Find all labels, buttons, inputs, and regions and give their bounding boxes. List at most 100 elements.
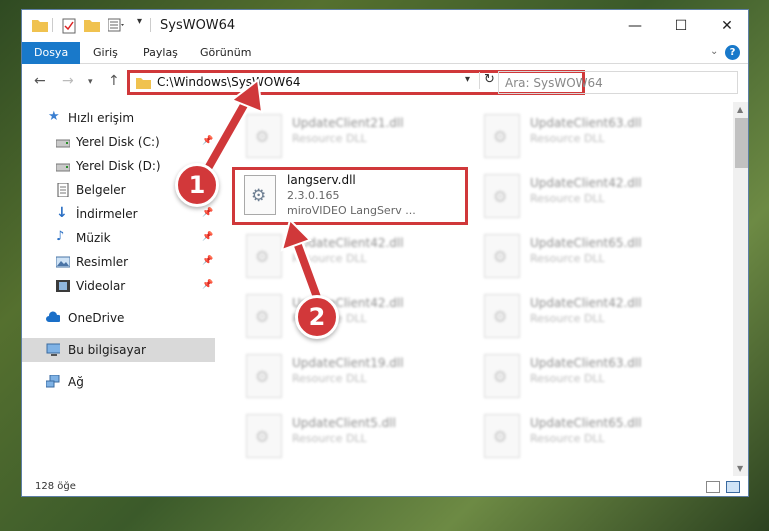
refresh-icon[interactable]: ↻: [479, 72, 499, 89]
tab-view[interactable]: Görünüm: [200, 42, 251, 64]
expand-ribbon-icon[interactable]: ⌄: [710, 46, 718, 57]
pin-icon[interactable]: 📌: [202, 256, 213, 266]
list-item[interactable]: UpdateClient42.dllResource DLL: [484, 290, 714, 346]
pictures-icon: [56, 256, 70, 268]
drive-icon: [56, 163, 70, 172]
sidebar-item-label: Resimler: [76, 255, 129, 269]
sidebar-item-label: İndirmeler: [76, 207, 138, 221]
sidebar-item-videos[interactable]: Videolar 📌: [22, 274, 215, 298]
download-icon: ↓: [56, 205, 68, 221]
pin-icon[interactable]: 📌: [202, 232, 213, 242]
dll-file-icon: [484, 174, 520, 218]
list-item[interactable]: UpdateClient5.dll Resource DLL: [246, 410, 476, 466]
sidebar-item-downloads[interactable]: ↓ İndirmeler 📌: [22, 202, 215, 226]
dll-file-icon: [484, 234, 520, 278]
address-path[interactable]: C:\Windows\SysWOW64: [157, 75, 301, 89]
sidebar-item-drive-c[interactable]: Yerel Disk (C:) 📌: [22, 130, 215, 154]
file-type: Resource DLL: [530, 132, 605, 145]
help-icon[interactable]: ?: [725, 45, 740, 60]
pin-icon[interactable]: 📌: [202, 280, 213, 290]
sidebar-item-label: Ağ: [68, 375, 84, 389]
network-icon: [46, 375, 60, 388]
file-description: miroVIDEO LangServ ...: [287, 204, 416, 217]
recent-chevron-icon[interactable]: ▾: [88, 77, 93, 87]
file-name: langserv.dll: [287, 173, 356, 187]
file-type: Resource DLL: [530, 312, 605, 325]
file-type: Resource DLL: [530, 252, 605, 265]
list-item[interactable]: UpdateClient65.dll Resource DLL: [484, 230, 714, 286]
window-title: SysWOW64: [160, 18, 236, 33]
list-item[interactable]: UpdateClient19.dll Resource DLL: [246, 350, 476, 406]
scroll-down-icon[interactable]: ▼: [737, 464, 743, 473]
customize-icon[interactable]: [108, 18, 124, 32]
file-name: UpdateClient42.dll: [530, 176, 642, 190]
sidebar-item-label: Hızlı erişim: [68, 111, 135, 125]
sidebar-item-network[interactable]: Ağ: [22, 370, 215, 394]
dll-file-icon: [246, 414, 282, 458]
file-name: UpdateClient19.dll: [292, 356, 404, 370]
list-item[interactable]: UpdateClient63.dll Resource DLL: [484, 350, 714, 406]
file-type: Resource DLL: [530, 432, 605, 445]
pin-icon[interactable]: 📌: [202, 136, 213, 146]
back-arrow-icon[interactable]: ←: [34, 73, 46, 89]
status-bar: 128 öğe: [22, 476, 748, 496]
navigation-pane: ★ Hızlı erişim Yerel Disk (C:) 📌 Yerel D…: [22, 102, 215, 476]
list-item[interactable]: UpdateClient42.dllResource DLL: [484, 170, 714, 226]
scroll-thumb[interactable]: [735, 118, 748, 168]
file-list: UpdateClient21.dll Resource DLL UpdateCli…: [232, 102, 732, 476]
properties-icon[interactable]: [62, 18, 76, 34]
list-item[interactable]: UpdateClient63.dll Resource DLL: [484, 110, 714, 166]
minimize-button[interactable]: —: [612, 10, 658, 42]
drive-icon: [56, 139, 70, 148]
sidebar-item-label: Yerel Disk (D:): [76, 159, 161, 173]
sidebar-item-onedrive[interactable]: OneDrive: [22, 306, 215, 330]
up-arrow-icon[interactable]: ↑: [108, 73, 120, 89]
dll-file-icon: [484, 294, 520, 338]
scroll-up-icon[interactable]: ▲: [737, 105, 743, 114]
pin-icon[interactable]: 📌: [202, 208, 213, 218]
sidebar-item-label: Bu bilgisayar: [68, 343, 146, 357]
close-button[interactable]: ✕: [704, 10, 748, 42]
music-icon: ♪: [56, 229, 65, 244]
forward-arrow-icon[interactable]: →: [62, 73, 74, 89]
sidebar-item-quick-access[interactable]: ★ Hızlı erişim: [22, 106, 215, 130]
address-dropdown-icon[interactable]: ▾: [465, 74, 470, 85]
step-badge-2: 2: [295, 295, 339, 339]
large-icons-view-icon[interactable]: [726, 481, 740, 493]
sidebar-item-label: OneDrive: [68, 311, 125, 325]
star-icon: ★: [48, 109, 60, 124]
details-view-icon[interactable]: [706, 481, 720, 493]
dll-file-icon: [246, 114, 282, 158]
new-folder-icon[interactable]: [84, 18, 100, 32]
videos-icon: [56, 280, 70, 292]
file-name: UpdateClient21.dll: [292, 116, 404, 130]
vertical-scrollbar[interactable]: ▲ ▼: [733, 102, 748, 476]
maximize-button[interactable]: ☐: [658, 10, 704, 42]
item-count: 128 öğe: [35, 481, 76, 492]
search-placeholder[interactable]: Ara: SysWOW64: [505, 76, 603, 90]
dll-file-icon: [246, 354, 282, 398]
file-name: UpdateClient65.dll: [530, 416, 642, 430]
list-item[interactable]: UpdateClient42.dllResource DLL: [246, 290, 476, 346]
sidebar-item-music[interactable]: ♪ Müzik 📌: [22, 226, 215, 250]
list-item[interactable]: UpdateClient42.dll Resource DLL: [246, 230, 476, 286]
ribbon-tabs: Dosya Giriş Paylaş Görünüm ⌄ ?: [22, 42, 748, 64]
search-box[interactable]: Ara: SysWOW64: [498, 71, 738, 94]
list-item[interactable]: UpdateClient65.dll Resource DLL: [484, 410, 714, 466]
tab-file[interactable]: Dosya: [22, 42, 81, 64]
dll-file-icon: [484, 354, 520, 398]
sidebar-item-pictures[interactable]: Resimler 📌: [22, 250, 215, 274]
list-item[interactable]: UpdateClient21.dll Resource DLL: [246, 110, 476, 166]
tab-home[interactable]: Giriş: [93, 42, 118, 64]
step-badge-1: 1: [175, 163, 219, 207]
file-type: Resource DLL: [292, 252, 367, 265]
sidebar-item-this-pc[interactable]: Bu bilgisayar: [22, 338, 215, 362]
file-type: Resource DLL: [292, 372, 367, 385]
file-name: UpdateClient63.dll: [530, 356, 642, 370]
chevron-down-icon[interactable]: ▾: [137, 16, 142, 27]
separator: [52, 18, 53, 32]
langserv-file-highlight[interactable]: langserv.dll 2.3.0.165 miroVIDEO LangSer…: [232, 167, 468, 225]
tab-share[interactable]: Paylaş: [143, 42, 178, 64]
file-type: Resource DLL: [530, 372, 605, 385]
file-name: UpdateClient42.dll: [292, 236, 404, 250]
